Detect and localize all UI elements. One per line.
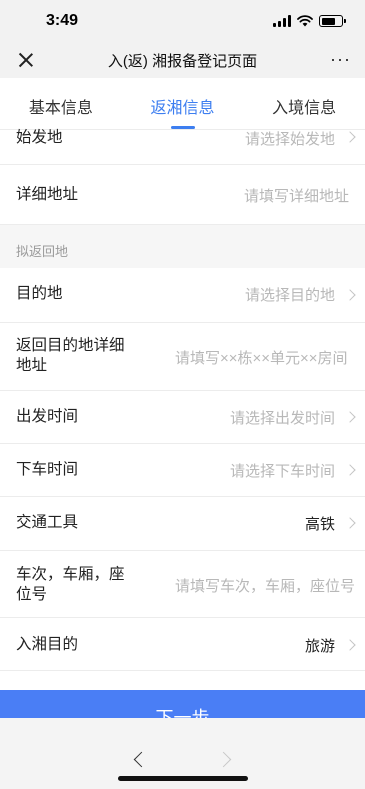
purpose-row[interactable]: 入湘目的 旅游 (0, 618, 365, 671)
origin-label: 始发地 (16, 129, 63, 146)
chevron-right-icon (344, 411, 356, 423)
seat-label: 车次，车厢，座 位号 (16, 566, 125, 603)
tab-bar: 基本信息 返湘信息 入境信息 (0, 78, 365, 130)
detail-address-row[interactable]: 详细地址 请填写详细地址 (0, 165, 365, 225)
destination-row[interactable]: 目的地 请选择目的地 (0, 268, 365, 323)
status-bar: 3:49 (0, 0, 365, 44)
chevron-right-icon (344, 517, 356, 529)
home-indicator[interactable] (118, 776, 248, 781)
active-tab-indicator (170, 126, 195, 129)
back-arrow-icon[interactable] (133, 751, 150, 768)
status-time: 3:49 (46, 12, 79, 29)
transport-row[interactable]: 交通工具 高铁 (0, 497, 365, 551)
depart-time-select[interactable]: 请选择出发时间 (230, 407, 335, 428)
purpose-select[interactable]: 旅游 (305, 635, 335, 656)
depart-time-label: 出发时间 (16, 408, 79, 425)
tab-return-info-label: 返湘信息 (150, 100, 215, 117)
wifi-icon (297, 15, 313, 27)
forward-arrow-icon[interactable] (215, 751, 232, 768)
detail-address-input[interactable]: 请填写详细地址 (244, 185, 349, 206)
dest-detail-row[interactable]: 返回目的地详细 地址 请填写××栋××单元××房间 (0, 323, 365, 391)
transport-select[interactable]: 高铁 (305, 513, 335, 534)
cellular-signal-icon (273, 15, 291, 27)
arrive-time-select[interactable]: 请选择下车时间 (230, 460, 335, 481)
chevron-right-icon (344, 464, 356, 476)
tab-basic-info[interactable]: 基本信息 (0, 78, 122, 129)
dest-detail-input[interactable]: 请填写××栋××单元××房间 (175, 347, 353, 368)
more-options-icon[interactable]: ··· (330, 50, 351, 68)
depart-time-row[interactable]: 出发时间 请选择出发时间 (0, 391, 365, 444)
transport-label: 交通工具 (16, 514, 79, 531)
seat-input[interactable]: 请填写车次，车厢，座位号 (175, 575, 355, 596)
section-label: 拟返回地 (16, 244, 69, 259)
section-header-destination: 拟返回地 (0, 225, 365, 268)
seat-row[interactable]: 车次，车厢，座 位号 请填写车次，车厢，座位号 (0, 551, 365, 618)
tab-entry-info[interactable]: 入境信息 (243, 78, 365, 129)
status-icons (273, 14, 346, 28)
battery-icon (319, 15, 346, 27)
chevron-right-icon (344, 131, 356, 143)
destination-select[interactable]: 请选择目的地 (245, 284, 335, 305)
browser-bottom-bar (0, 718, 365, 789)
detail-address-label: 详细地址 (16, 186, 79, 203)
destination-label: 目的地 (16, 285, 63, 302)
form-content: 始发地 请选择始发地 详细地址 请填写详细地址 拟返回地 目的地 请选择目的地 … (0, 128, 365, 671)
arrive-time-row[interactable]: 下车时间 请选择下车时间 (0, 444, 365, 497)
purpose-label: 入湘目的 (16, 636, 79, 653)
arrive-time-label: 下车时间 (16, 461, 79, 478)
tab-return-info[interactable]: 返湘信息 (122, 78, 244, 129)
origin-row[interactable]: 始发地 请选择始发地 (0, 128, 365, 165)
chevron-right-icon (344, 289, 356, 301)
nav-bar: 入(返) 湘报备登记页面 ··· (0, 44, 365, 78)
dest-detail-label: 返回目的地详细 地址 (16, 337, 125, 374)
chevron-right-icon (344, 639, 356, 651)
origin-select[interactable]: 请选择始发地 (245, 128, 335, 149)
page-title: 入(返) 湘报备登记页面 (107, 53, 258, 70)
